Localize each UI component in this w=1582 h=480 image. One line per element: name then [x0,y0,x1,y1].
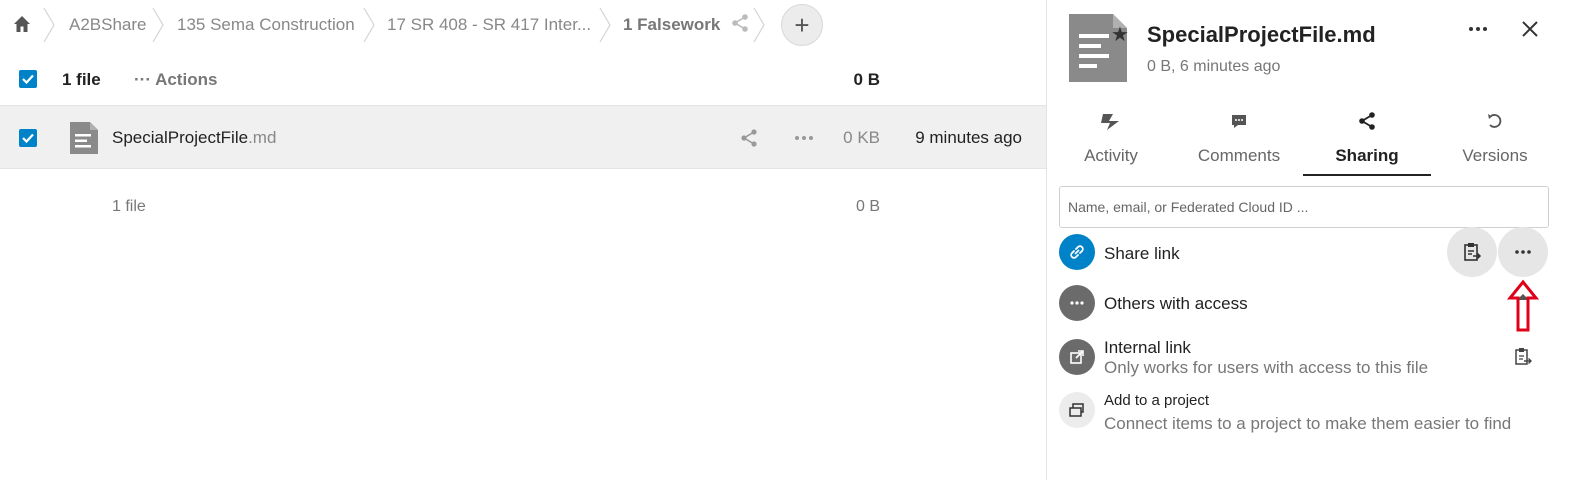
add-to-project-description: Connect items to a project to make them … [1104,414,1512,433]
share-link-menu-button[interactable] [1498,227,1548,277]
tab-activity[interactable]: Activity [1047,100,1175,176]
file-list-header: 1 file ··· Actions 0 B [0,54,1046,106]
details-sidebar: ★ SpecialProjectFile.md 0 B, 6 minutes a… [1046,0,1582,480]
file-modified: 9 minutes ago [915,128,1022,147]
share-with-input[interactable] [1059,186,1549,228]
breadcrumb-item-sr408[interactable]: 17 SR 408 - SR 417 Inter... [387,15,591,35]
copy-link-button[interactable] [1447,227,1497,277]
more-icon[interactable] [1465,16,1491,42]
internal-link-entry: Internal link Only works for users with … [1047,336,1582,380]
tab-sharing[interactable]: Sharing [1303,100,1431,176]
share-icon [1359,112,1375,130]
comment-icon [1232,115,1246,128]
tab-versions[interactable]: Versions [1431,100,1559,176]
more-icon: ··· [134,70,156,89]
new-button[interactable]: + [781,4,823,46]
history-icon [1488,114,1502,128]
file-extension: .md [248,128,277,147]
share-link-entry: Share link [1047,227,1582,277]
files-pane: A2BShare 135 Sema Construction 17 SR 408… [0,0,1046,480]
tab-label: Versions [1462,146,1528,165]
internal-link-description: Only works for users with access to this… [1104,358,1429,377]
tab-label: Activity [1084,146,1138,165]
tab-label: Comments [1197,146,1281,165]
close-icon[interactable] [1517,16,1543,42]
summary-count: 1 file [112,198,146,215]
favorite-star-icon[interactable]: ★ [1111,22,1129,47]
others-with-access-label: Others with access [1104,294,1248,313]
link-icon [1059,234,1095,270]
breadcrumb-separator [362,6,376,44]
tab-comments[interactable]: Comments [1175,100,1303,176]
more-icon[interactable] [792,128,816,148]
tab-label: Sharing [1335,146,1399,165]
file-name[interactable]: SpecialProjectFile.md [112,128,276,148]
add-to-project-label: Add to a project [1104,392,1210,409]
file-size: 0 KB [843,128,880,147]
sidebar-tabs: Activity Comments Sharing Versions [1047,100,1582,176]
external-link-icon [1059,339,1095,375]
breadcrumb-item-a2bshare[interactable]: A2BShare [69,15,147,35]
file-checkbox[interactable] [19,129,37,147]
breadcrumb-separator [42,6,56,44]
file-basename: SpecialProjectFile [112,128,249,147]
document-icon [70,122,98,154]
home-icon[interactable] [12,14,32,34]
breadcrumb-separator [752,6,766,44]
actions-label: Actions [155,70,218,89]
clipboard-icon[interactable] [1513,346,1533,368]
sidebar-file-subtitle: 0 B, 6 minutes ago [1147,58,1281,75]
select-all-checkbox[interactable] [19,70,37,88]
share-link-label: Share link [1104,244,1180,263]
add-to-project-entry[interactable]: Add to a project Connect items to a proj… [1047,390,1582,438]
sidebar-file-title: SpecialProjectFile.md [1147,22,1376,47]
breadcrumb-item-sema-construction[interactable]: 135 Sema Construction [177,15,355,35]
breadcrumb-separator [151,6,165,44]
others-with-access-entry[interactable]: Others with access [1047,283,1582,323]
activity-icon [1101,114,1119,130]
actions-menu[interactable]: ··· Actions [134,70,217,90]
share-icon[interactable] [730,13,750,33]
breadcrumb-item-falsework[interactable]: 1 Falsework [623,15,720,35]
project-icon [1059,392,1095,428]
total-size: 0 B [853,70,880,89]
summary-size: 0 B [855,198,880,215]
more-icon [1059,285,1095,321]
share-icon[interactable] [738,128,760,148]
clipboard-icon [1464,243,1482,261]
file-row[interactable]: SpecialProjectFile.md 0 KB 9 minutes ago [0,106,1046,169]
selected-count: 1 file [62,70,101,89]
breadcrumb-separator [598,6,612,44]
file-list-summary: 1 file 0 B [0,180,1046,230]
more-icon [1515,250,1531,254]
breadcrumb: A2BShare 135 Sema Construction 17 SR 408… [0,0,1046,50]
annotation-arrow-icon [1507,279,1539,332]
internal-link-label: Internal link [1104,338,1191,357]
